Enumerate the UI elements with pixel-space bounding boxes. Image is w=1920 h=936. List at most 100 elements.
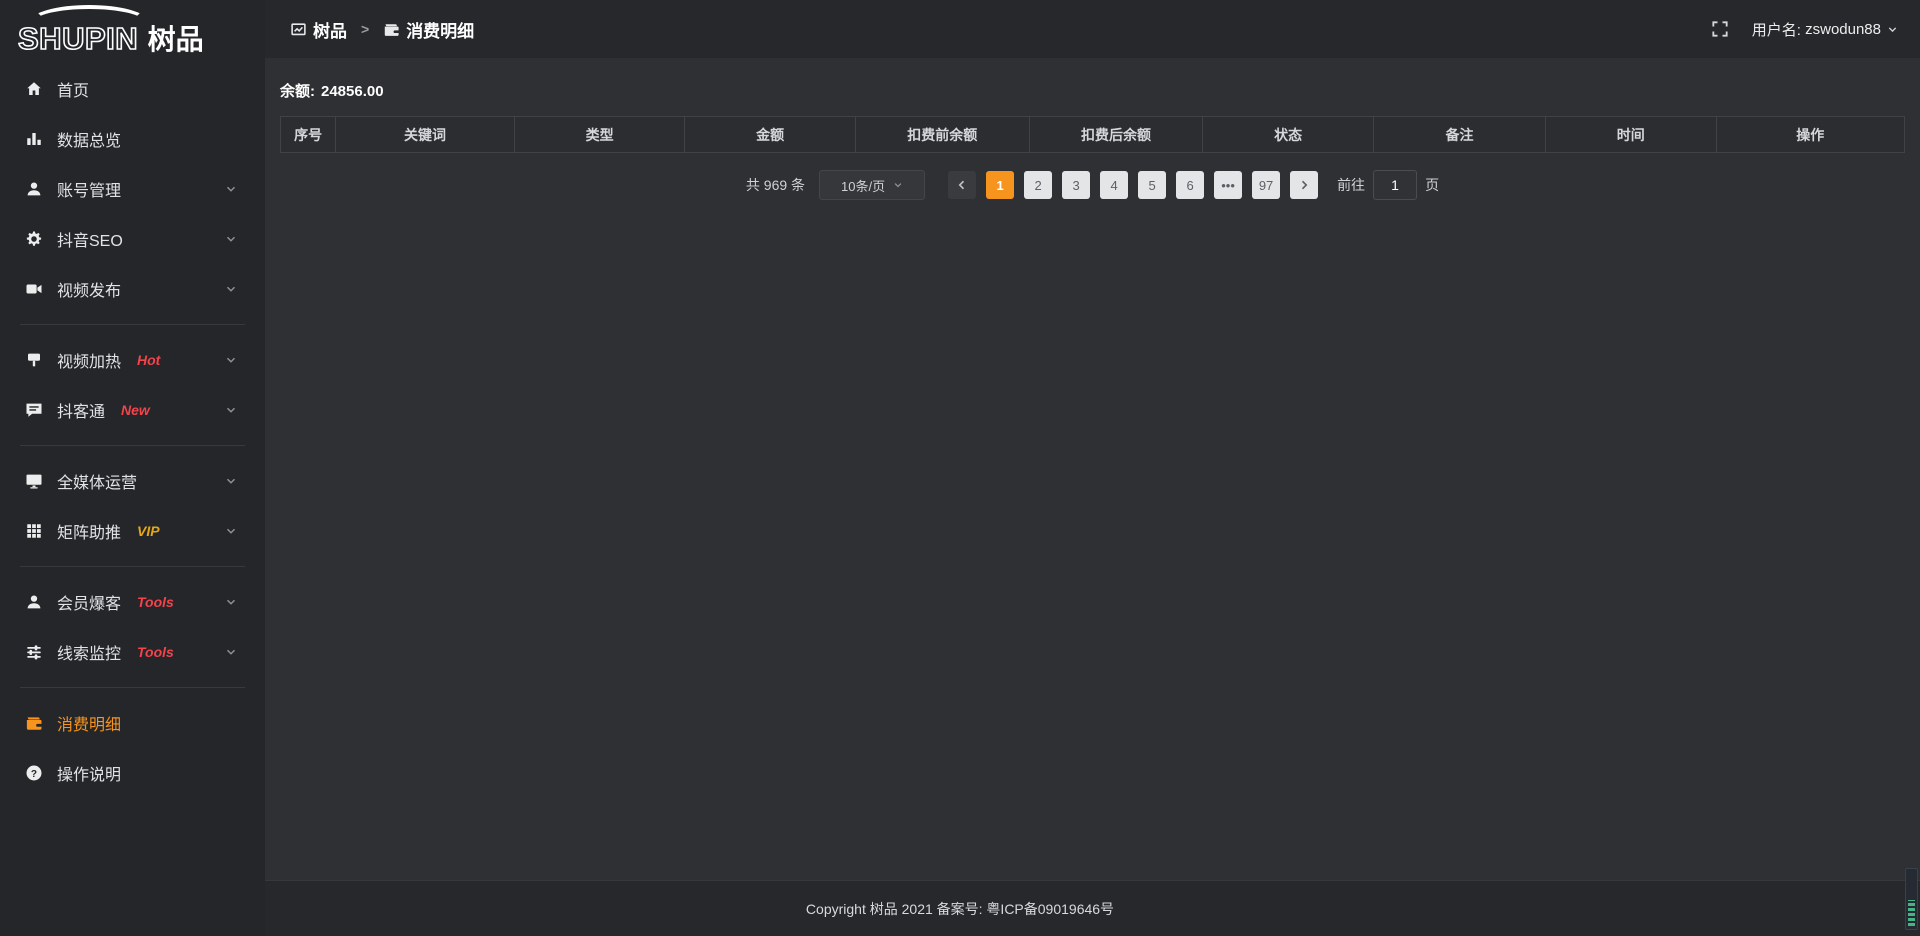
- sidebar-item-抖客通[interactable]: 抖客通New: [0, 385, 265, 435]
- balance-label: 余额:: [280, 83, 315, 100]
- sidebar-item-label: 抖音SEO: [57, 227, 123, 251]
- chevron-down-icon: [225, 475, 237, 487]
- topbar: 树品 > 消费明细 用户名: zswodun88: [265, 0, 1920, 58]
- sidebar-item-操作说明[interactable]: ? 操作说明: [0, 748, 265, 798]
- page-button-5[interactable]: 5: [1138, 171, 1166, 199]
- sidebar: SHUPIN 树品 首页数据总览账号管理抖音SEO 视频发布视频加热 Hot 抖客通N…: [0, 0, 265, 936]
- chevron-down-icon: [893, 180, 903, 190]
- goto-page-input[interactable]: [1373, 170, 1417, 200]
- page-button-97[interactable]: 97: [1252, 171, 1280, 199]
- sidebar-item-首页[interactable]: 首页: [0, 64, 265, 114]
- sidebar-item-label: 操作说明: [57, 761, 121, 785]
- comment-icon: [25, 401, 43, 419]
- sidebar-item-全媒体运营[interactable]: 全媒体运营: [0, 456, 265, 506]
- svg-text:?: ?: [31, 769, 37, 780]
- gear-icon: [25, 230, 43, 248]
- page-button-1[interactable]: 1: [986, 171, 1014, 199]
- sidebar-item-tag: Tools: [137, 644, 174, 660]
- chevron-down-icon: [1887, 24, 1898, 35]
- column-header-类型: 类型: [514, 117, 685, 153]
- sidebar-item-矩阵助推[interactable]: 矩阵助推 VIP: [0, 506, 265, 556]
- goto-page: 前往 页: [1337, 170, 1439, 200]
- page-ellipsis-button[interactable]: •••: [1214, 171, 1242, 199]
- home-icon: [25, 80, 43, 98]
- column-header-扣费前余额: 扣费前余额: [855, 117, 1029, 153]
- chevron-down-icon: [225, 404, 237, 416]
- sidebar-item-label: 矩阵助推: [57, 519, 121, 543]
- sidebar-item-视频加热[interactable]: 视频加热 Hot: [0, 335, 265, 385]
- sidebar-item-tag: Hot: [137, 352, 160, 368]
- column-header-金额: 金额: [685, 117, 856, 153]
- breadcrumb-item-home[interactable]: 树品: [313, 17, 347, 42]
- sidebar-item-label: 全媒体运营: [57, 469, 137, 493]
- user-menu[interactable]: 用户名: zswodun88: [1752, 19, 1898, 40]
- column-header-操作: 操作: [1716, 117, 1904, 153]
- wallet-icon: [383, 21, 400, 38]
- page-button-4[interactable]: 4: [1100, 171, 1128, 199]
- sidebar-item-label: 抖客通: [57, 398, 105, 422]
- sidebar-item-label: 首页: [57, 77, 89, 101]
- chevron-down-icon: [225, 233, 237, 245]
- column-header-扣费后余额: 扣费后余额: [1029, 117, 1203, 153]
- sidebar-item-抖音SEO[interactable]: 抖音SEO: [0, 214, 265, 264]
- page-buttons: 123456 ••• 97: [981, 171, 1285, 199]
- page-size-select[interactable]: 10条/页: [819, 170, 925, 200]
- screen-icon: [290, 21, 307, 38]
- sidebar-item-tag: VIP: [137, 523, 160, 539]
- column-header-时间: 时间: [1546, 117, 1717, 153]
- sidebar-item-label: 视频加热: [57, 348, 121, 372]
- table-header-row: 序号关键词类型金额扣费前余额扣费后余额状态备注时间操作: [281, 117, 1905, 153]
- corner-widget-stripes: [1908, 900, 1915, 926]
- next-page-button[interactable]: [1290, 171, 1318, 199]
- sidebar-item-label: 消费明细: [57, 711, 121, 735]
- page-button-6[interactable]: 6: [1176, 171, 1204, 199]
- breadcrumb: 树品 > 消费明细: [290, 17, 474, 42]
- page-button-3[interactable]: 3: [1062, 171, 1090, 199]
- sidebar-item-会员爆客[interactable]: 会员爆客 Tools: [0, 577, 265, 627]
- copyright-text: Copyright 树品 2021 备案号: 粤ICP备09019646号: [806, 899, 1114, 919]
- sidebar-item-账号管理[interactable]: 账号管理: [0, 164, 265, 214]
- question-icon: ?: [25, 764, 43, 782]
- sidebar-item-数据总览[interactable]: 数据总览: [0, 114, 265, 164]
- sidebar-item-label: 会员爆客: [57, 590, 121, 614]
- sidebar-item-视频发布[interactable]: 视频发布: [0, 264, 265, 314]
- corner-widget[interactable]: [1905, 868, 1918, 930]
- chevron-down-icon: [225, 646, 237, 658]
- page-button-2[interactable]: 2: [1024, 171, 1052, 199]
- chevron-down-icon: [225, 183, 237, 195]
- sidebar-item-label: 账号管理: [57, 177, 121, 201]
- chevron-down-icon: [225, 525, 237, 537]
- sidebar-item-label: 视频发布: [57, 277, 121, 301]
- breadcrumb-separator: >: [361, 21, 369, 37]
- sidebar-nav: 首页数据总览账号管理抖音SEO 视频发布视频加热 Hot 抖客通New 全媒体运营矩阵助…: [0, 64, 265, 798]
- column-header-序号: 序号: [281, 117, 336, 153]
- logo-arc-decoration: [30, 5, 148, 39]
- column-header-关键词: 关键词: [336, 117, 515, 153]
- wallet-icon: [25, 714, 43, 732]
- heat-icon: [25, 351, 43, 369]
- footer: Copyright 树品 2021 备案号: 粤ICP备09019646号: [0, 880, 1920, 936]
- balance-value: 24856.00: [321, 83, 384, 100]
- username-label: 用户名:: [1752, 19, 1801, 40]
- fullscreen-icon[interactable]: [1710, 19, 1730, 39]
- sidebar-divider: [20, 687, 245, 688]
- sidebar-item-tag: Tools: [137, 594, 174, 610]
- consumption-table: 序号关键词类型金额扣费前余额扣费后余额状态备注时间操作: [280, 116, 1905, 153]
- sidebar-divider: [20, 566, 245, 567]
- user-icon: [25, 180, 43, 198]
- grid-icon: [25, 522, 43, 540]
- goto-suffix: 页: [1425, 175, 1439, 195]
- chevron-down-icon: [225, 354, 237, 366]
- prev-page-button[interactable]: [948, 171, 976, 199]
- sidebar-item-线索监控[interactable]: 线索监控Tools: [0, 627, 265, 677]
- sidebar-item-消费明细[interactable]: 消费明细: [0, 698, 265, 748]
- column-header-备注: 备注: [1373, 117, 1545, 153]
- chevron-down-icon: [225, 596, 237, 608]
- app-logo: SHUPIN 树品: [0, 0, 265, 64]
- chevron-left-icon: [956, 179, 968, 191]
- sidebar-divider: [20, 445, 245, 446]
- chevron-right-icon: [1298, 179, 1310, 191]
- sliders-icon: [25, 643, 43, 661]
- video-icon: [25, 280, 43, 298]
- goto-label: 前往: [1337, 175, 1365, 195]
